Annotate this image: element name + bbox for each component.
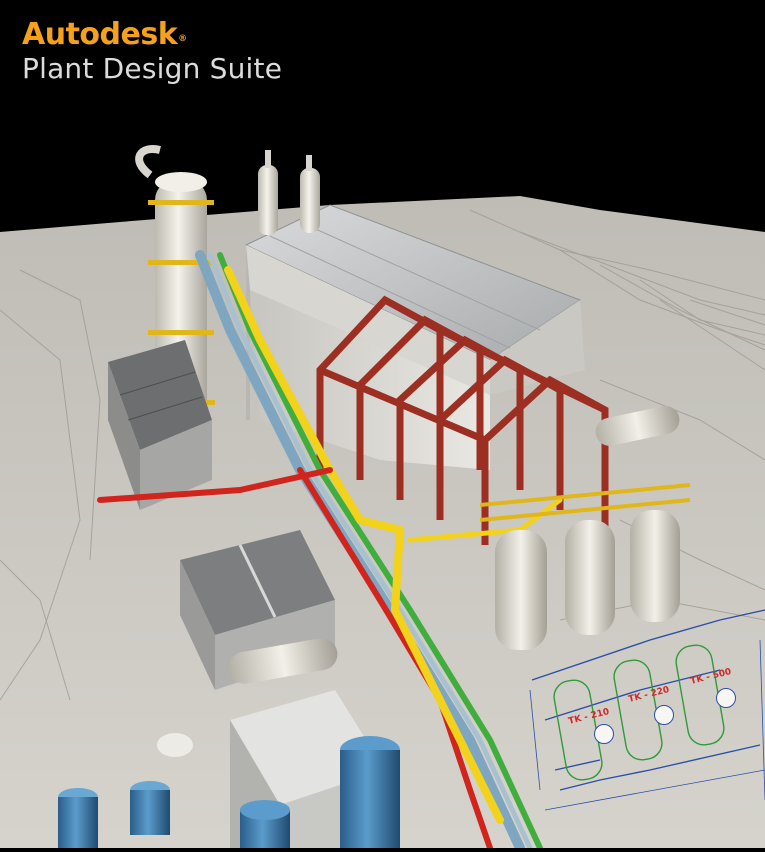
brand-header: Autodesk® Plant Design Suite — [22, 18, 282, 86]
product-title: Plant Design Suite — [22, 52, 283, 85]
instrument-callout-2 — [654, 705, 674, 725]
plant-render: TK - 210 TK - 220 TK - 500 — [0, 0, 765, 852]
plant-3d-model — [0, 145, 765, 852]
instrument-callout-3 — [716, 688, 736, 708]
brand-logo: Autodesk® — [22, 18, 282, 52]
registered-mark: ® — [178, 34, 187, 44]
brand-name-text: Autodesk — [22, 17, 178, 52]
instrument-callout-1 — [594, 724, 614, 744]
